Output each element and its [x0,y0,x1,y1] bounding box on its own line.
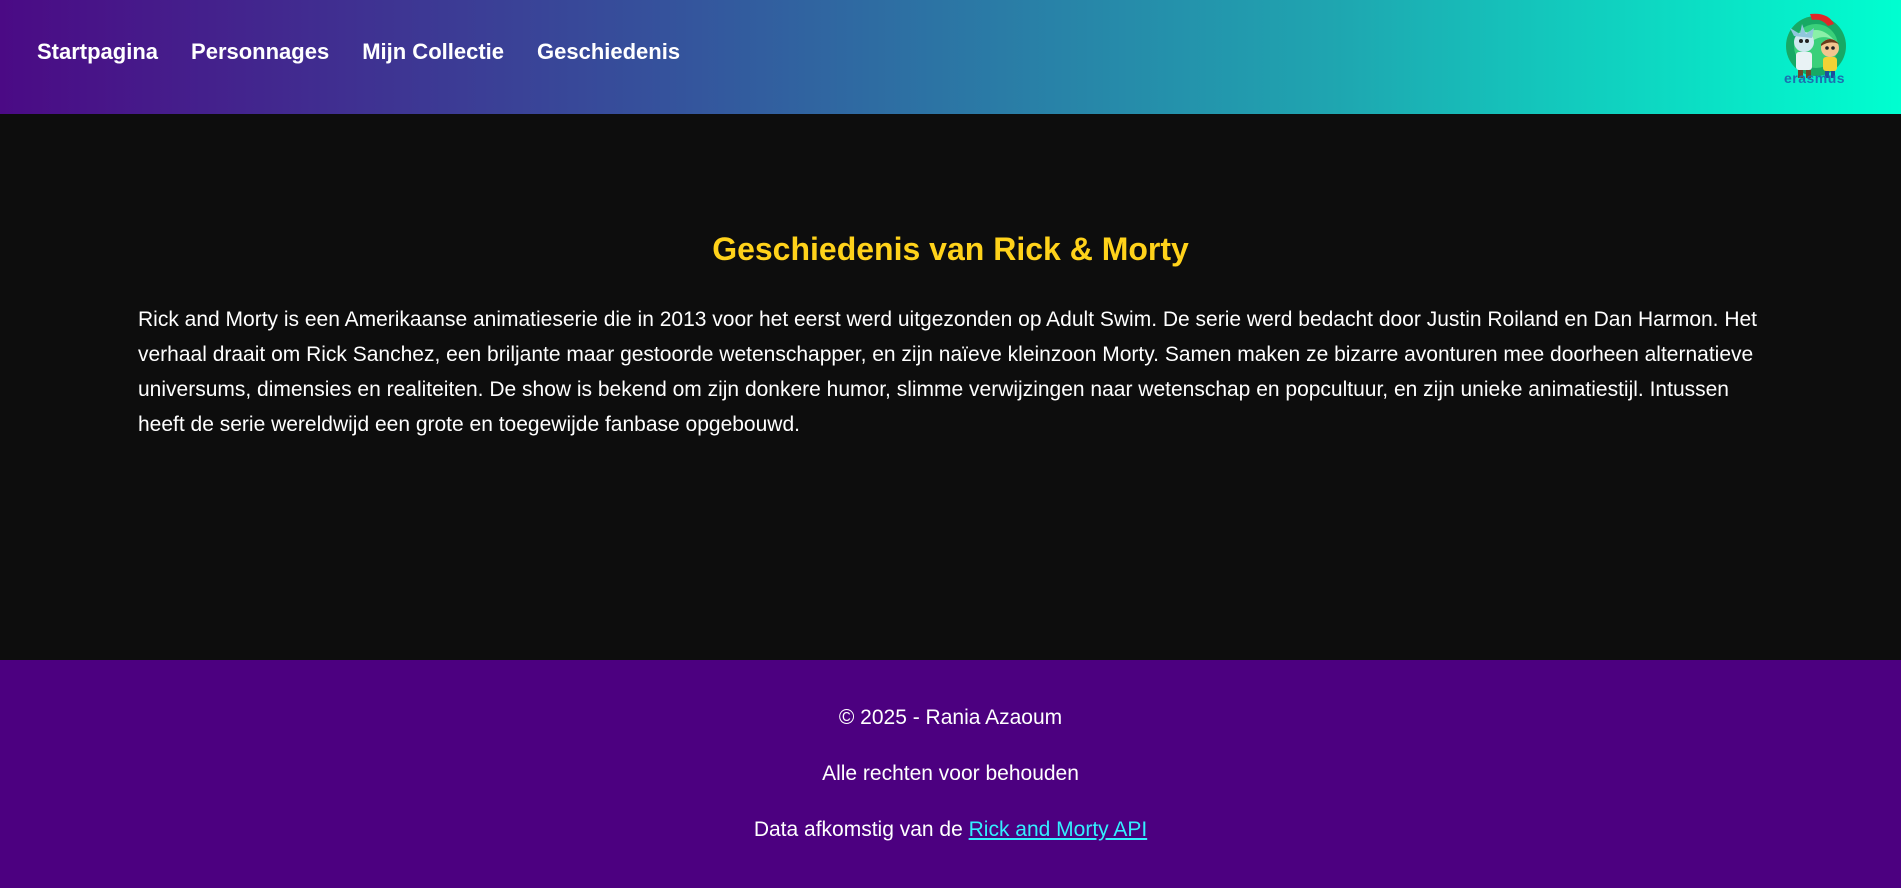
site-header: Startpagina Personnages Mijn Collectie G… [0,0,1901,114]
page-title: Geschiedenis van Rick & Morty [712,231,1189,267]
main-nav: Startpagina Personnages Mijn Collectie G… [37,0,713,104]
nav-item-startpagina[interactable]: Startpagina [37,39,158,65]
nav-item-geschiedenis[interactable]: Geschiedenis [537,39,680,65]
logo-text: erasmus [1784,70,1846,86]
api-link[interactable]: Rick and Morty API [969,818,1148,841]
nav-item-personnages[interactable]: Personnages [191,39,329,65]
nav-item-mijn-collectie[interactable]: Mijn Collectie [362,39,504,65]
erasmus-logo[interactable]: erasmus [1776,10,1854,92]
footer-source-prefix: Data afkomstig van de [753,818,969,841]
main-content: Geschiedenis van Rick & Morty Rick and M… [0,114,1901,660]
site-footer: © 2025 - Rania Azaoum Alle rechten voor … [0,660,1901,888]
footer-source: Data afkomstig van de Rick and Morty API [0,818,1901,842]
footer-rights: Alle rechten voor behouden [822,762,1079,785]
footer-copyright: © 2025 - Rania Azaoum [838,706,1063,729]
history-paragraph: Rick and Morty is een Amerikaanse animat… [138,308,1758,436]
